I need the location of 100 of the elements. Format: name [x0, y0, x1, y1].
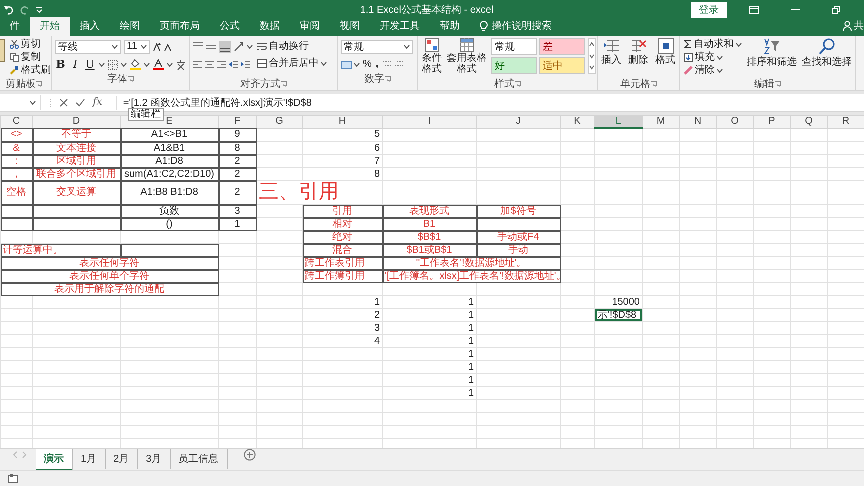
- column-header[interactable]: G: [256, 116, 302, 128]
- caret-icon[interactable]: [321, 62, 327, 66]
- column-header[interactable]: K: [560, 116, 594, 128]
- caret-icon[interactable]: [30, 100, 36, 104]
- cell-style-option[interactable]: 好: [491, 57, 537, 74]
- caret-icon[interactable]: [112, 44, 118, 48]
- add-sheet-icon[interactable]: [244, 449, 256, 461]
- ribbon-tab[interactable]: 数据: [250, 17, 290, 36]
- column-header[interactable]: D: [32, 116, 120, 128]
- grow-font-icon[interactable]: [153, 42, 161, 50]
- sheet-tab[interactable]: 3月: [138, 449, 171, 469]
- column-header[interactable]: M: [642, 116, 680, 128]
- dialog-launcher-icon[interactable]: [280, 81, 286, 87]
- cancel-icon[interactable]: [60, 98, 68, 106]
- cell-style-option[interactable]: 适中: [539, 57, 585, 74]
- ribbon-tab[interactable]: 帮助: [430, 17, 470, 36]
- phonetic-guide-icon[interactable]: [176, 60, 186, 70]
- conditional-formatting-button[interactable]: 条件格式: [421, 38, 443, 78]
- person-icon[interactable]: [843, 21, 852, 31]
- dialog-launcher-icon[interactable]: [650, 81, 656, 87]
- caret-icon[interactable]: [717, 56, 723, 60]
- column-header[interactable]: N: [680, 116, 716, 128]
- font-style-button[interactable]: I: [70, 58, 82, 71]
- merge-center-button[interactable]: 合并后居中: [256, 57, 328, 70]
- caret-icon[interactable]: [247, 44, 253, 48]
- sign-in-button[interactable]: 登录: [691, 2, 727, 18]
- cell-style-option[interactable]: 差: [539, 38, 585, 55]
- comma-style-button[interactable]: ,: [374, 58, 380, 71]
- ribbon-display-icon[interactable]: [749, 6, 759, 14]
- cells-button[interactable]: 删除: [628, 38, 650, 78]
- fill-color-icon[interactable]: [130, 59, 142, 70]
- dialog-launcher-icon[interactable]: [774, 81, 780, 87]
- ribbon-tab[interactable]: 视图: [330, 17, 370, 36]
- fill-button[interactable]: 填充: [683, 51, 743, 64]
- caret-icon[interactable]: [144, 62, 150, 66]
- column-header[interactable]: J: [476, 116, 560, 128]
- customize-toolbar-icon[interactable]: [36, 7, 43, 13]
- font-name-field[interactable]: 等线: [55, 40, 121, 54]
- autosum-button[interactable]: 自动求和: [683, 38, 743, 51]
- format-painter-button[interactable]: 格式刷: [9, 64, 52, 77]
- column-header[interactable]: F: [218, 116, 256, 128]
- font-color-icon[interactable]: [153, 59, 164, 70]
- sheet-tab[interactable]: 演示: [36, 449, 73, 471]
- clear-button[interactable]: 清除: [683, 64, 743, 77]
- caret-icon[interactable]: [167, 62, 174, 66]
- percent-style-button[interactable]: %: [362, 58, 373, 71]
- column-header[interactable]: P: [754, 116, 790, 128]
- number-format-field[interactable]: 常规: [341, 40, 413, 54]
- column-header[interactable]: C: [0, 116, 32, 128]
- increase-indent-icon[interactable]: [241, 60, 250, 69]
- column-header[interactable]: L: [594, 116, 642, 128]
- ribbon-tab[interactable]: 插入: [70, 17, 110, 36]
- restore-icon[interactable]: [832, 6, 840, 14]
- caret-icon[interactable]: [121, 62, 128, 66]
- share-button[interactable]: 共: [854, 19, 864, 33]
- dialog-launcher-icon[interactable]: [36, 81, 42, 87]
- tell-me-search[interactable]: 操作说明搜索: [492, 19, 552, 33]
- sheet-tab[interactable]: 2月: [106, 449, 138, 469]
- cells-button[interactable]: 格式: [654, 38, 676, 78]
- accounting-format-icon[interactable]: [341, 60, 352, 70]
- undo-icon[interactable]: [4, 5, 14, 15]
- increase-decimal-icon[interactable]: [382, 60, 392, 69]
- dialog-launcher-icon[interactable]: [384, 76, 390, 82]
- ribbon-tab[interactable]: 件: [0, 17, 30, 36]
- insert-function-button[interactable]: fx: [93, 97, 102, 108]
- shrink-font-icon[interactable]: [164, 42, 172, 50]
- column-header[interactable]: H: [302, 116, 382, 128]
- dialog-launcher-icon[interactable]: [514, 81, 520, 87]
- font-style-button[interactable]: B: [55, 58, 67, 71]
- column-header[interactable]: O: [716, 116, 754, 128]
- ribbon-tab[interactable]: 页面布局: [150, 17, 210, 36]
- align-left-icon[interactable]: [193, 60, 202, 69]
- align-right-icon[interactable]: [217, 60, 226, 69]
- font-size-field[interactable]: 11: [124, 40, 150, 54]
- minimize-icon[interactable]: [791, 9, 800, 11]
- column-header[interactable]: R: [828, 116, 864, 128]
- caret-icon[interactable]: [736, 42, 742, 46]
- decrease-decimal-icon[interactable]: [394, 60, 404, 69]
- font-style-button[interactable]: U: [84, 58, 96, 71]
- column-header[interactable]: Q: [790, 116, 828, 128]
- sheet-tab[interactable]: 员工信息: [170, 449, 228, 469]
- find-select-button[interactable]: 查找和选择: [801, 38, 853, 78]
- copy-button[interactable]: 复制: [9, 51, 52, 64]
- sheet-tab[interactable]: 1月: [73, 449, 106, 469]
- decrease-indent-icon[interactable]: [229, 60, 238, 69]
- cell-style-option[interactable]: 常规: [491, 38, 537, 55]
- align-middle-icon[interactable]: [206, 42, 216, 51]
- ribbon-tab[interactable]: 开始: [30, 17, 70, 36]
- cut-button[interactable]: 剪切: [9, 38, 52, 51]
- align-bottom-icon[interactable]: [219, 40, 231, 52]
- ribbon-tab[interactable]: 公式: [210, 17, 250, 36]
- column-header[interactable]: I: [382, 116, 476, 128]
- align-center-icon[interactable]: [205, 60, 214, 69]
- wrap-text-button[interactable]: 自动换行: [256, 40, 328, 53]
- caret-icon[interactable]: [141, 44, 147, 48]
- caret-icon[interactable]: [404, 44, 410, 48]
- cells-button[interactable]: 插入: [600, 38, 622, 78]
- macro-record-icon[interactable]: [8, 474, 18, 483]
- dialog-launcher-icon[interactable]: [128, 76, 134, 82]
- redo-icon[interactable]: [20, 5, 30, 15]
